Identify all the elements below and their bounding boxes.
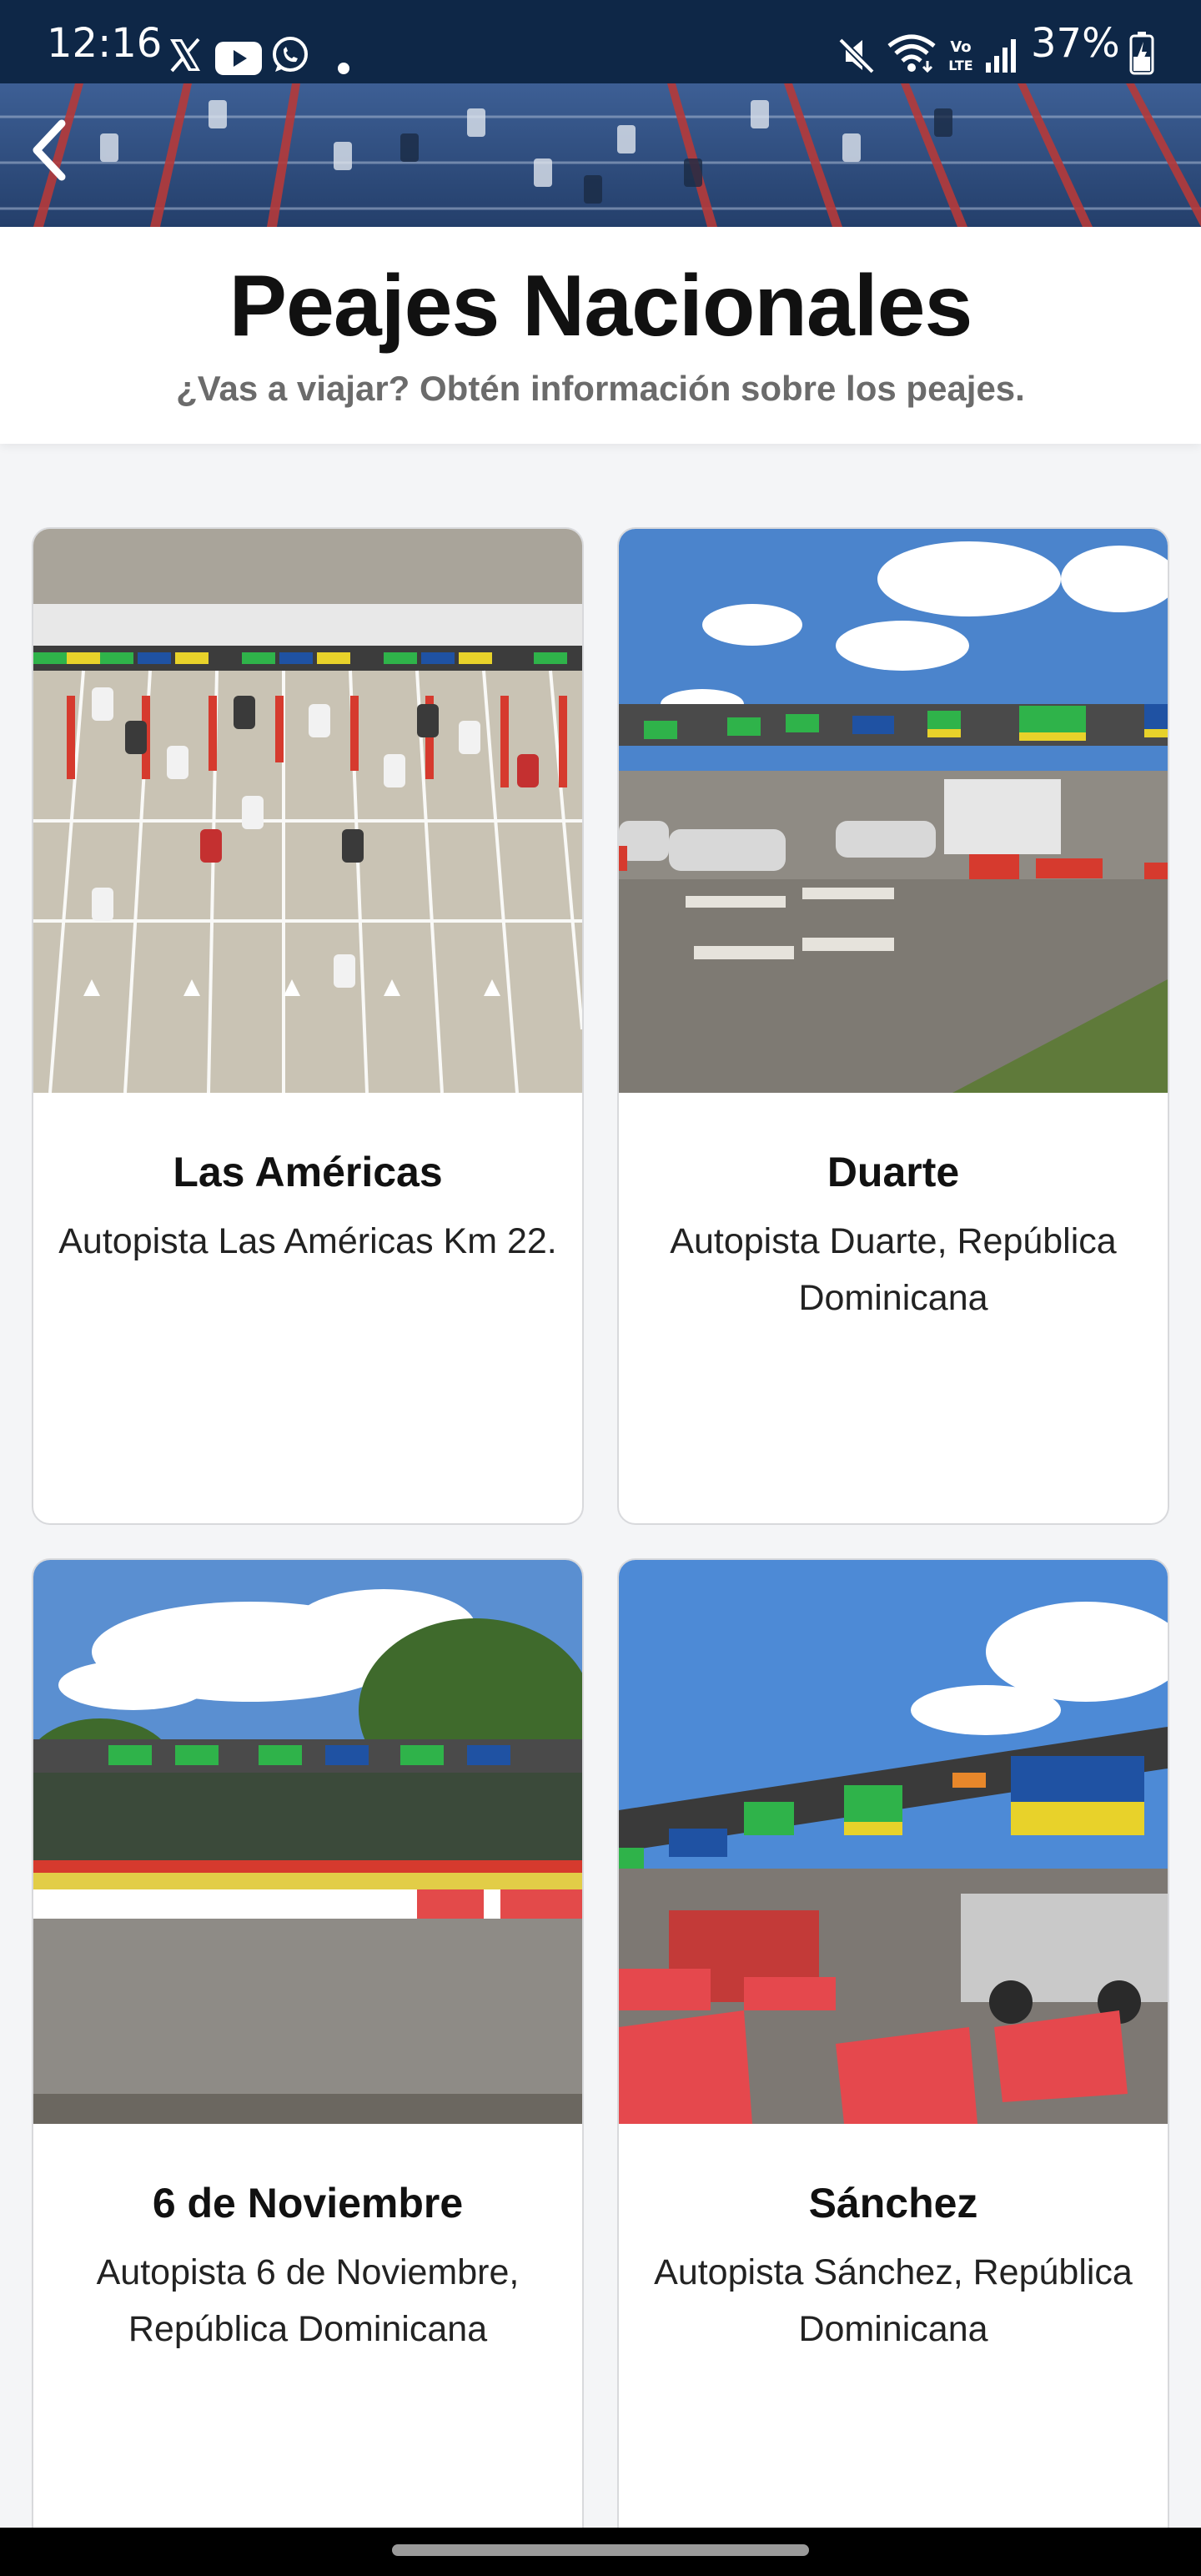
toll-name: Sánchez bbox=[808, 2180, 978, 2226]
volte-icon: Vo LTE bbox=[948, 38, 972, 73]
whatsapp-icon bbox=[273, 37, 308, 72]
status-time: 12:16 bbox=[47, 20, 163, 67]
toll-card-6-de-noviembre[interactable]: 6 de Noviembre Autopista 6 de Noviembre,… bbox=[32, 1558, 584, 2559]
toll-name: Las Américas bbox=[173, 1149, 443, 1195]
svg-text:Vo: Vo bbox=[950, 38, 971, 56]
battery-percentage: 37% bbox=[1031, 20, 1120, 67]
toll-name: 6 de Noviembre bbox=[152, 2180, 464, 2226]
navigation-bar bbox=[0, 2528, 1201, 2576]
home-gesture-handle[interactable] bbox=[392, 2544, 809, 2556]
page-subtitle: ¿Vas a viajar? Obtén información sobre l… bbox=[176, 369, 1025, 408]
toll-address: Autopista Las Américas Km 22. bbox=[58, 1221, 557, 1261]
toll-card-image bbox=[619, 1560, 1168, 2124]
youtube-icon bbox=[215, 42, 262, 75]
svg-text:LTE: LTE bbox=[948, 58, 972, 73]
toll-card-duarte[interactable]: Duarte Autopista Duarte, República Domin… bbox=[617, 527, 1169, 1525]
toll-plaza-aerial-image bbox=[0, 83, 1201, 227]
hero-image bbox=[0, 83, 1201, 227]
toll-plaza-photo-image bbox=[619, 529, 1168, 1093]
toll-card-image bbox=[33, 529, 582, 1093]
toll-address: Autopista 6 de Noviembre, República Domi… bbox=[96, 2252, 520, 2349]
toll-card-image bbox=[33, 1560, 582, 2124]
toll-card-las-americas[interactable]: Las Américas Autopista Las Américas Km 2… bbox=[32, 527, 584, 1525]
toll-card-sanchez[interactable]: Sánchez Autopista Sánchez, República Dom… bbox=[617, 1558, 1169, 2559]
toll-plaza-photo-image bbox=[619, 1560, 1168, 2124]
aerial-toll-plaza-image bbox=[33, 529, 582, 1093]
page-title: Peajes Nacionales bbox=[229, 258, 973, 355]
back-button[interactable] bbox=[25, 117, 108, 200]
toll-card-image bbox=[619, 529, 1168, 1093]
dot-icon bbox=[338, 63, 349, 74]
toll-address: Autopista Sánchez, República Dominicana bbox=[654, 2252, 1133, 2349]
toll-name: Duarte bbox=[827, 1149, 960, 1195]
x-icon bbox=[170, 38, 200, 73]
chevron-left-icon bbox=[33, 119, 66, 181]
toll-plaza-photo-image bbox=[33, 1560, 582, 2124]
toll-address: Autopista Duarte, República Dominicana bbox=[670, 1221, 1117, 1318]
status-bar: 12:16 Vo LTE 37% bbox=[0, 0, 1201, 83]
battery-icon bbox=[1129, 32, 1154, 75]
wifi-icon bbox=[887, 34, 936, 73]
page-header: Peajes Nacionales ¿Vas a viajar? Obtén i… bbox=[0, 227, 1201, 444]
mute-icon bbox=[838, 38, 875, 74]
signal-icon bbox=[986, 39, 1016, 73]
